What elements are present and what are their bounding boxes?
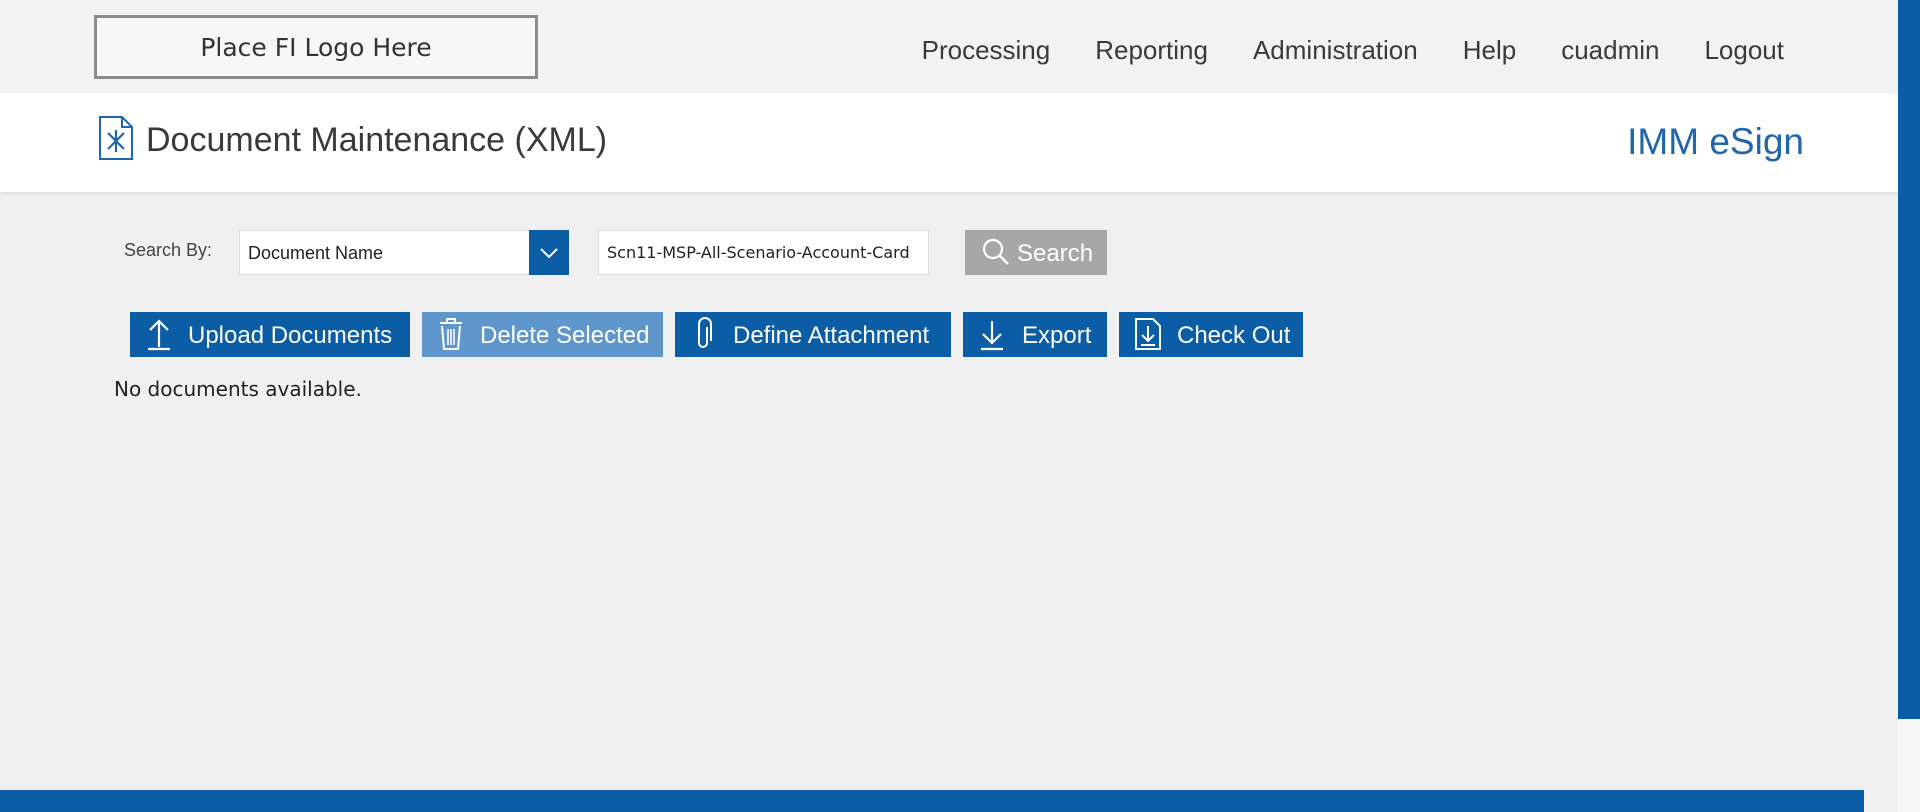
nav-logout[interactable]: Logout [1704,33,1784,69]
right-edge-spacer [1898,719,1920,812]
search-by-select[interactable]: Document Name [239,230,569,275]
upload-documents-button[interactable]: Upload Documents [130,312,410,357]
export-label: Export [1022,322,1092,349]
export-button[interactable]: Export [963,312,1107,357]
check-out-button[interactable]: Check Out [1119,312,1303,357]
delete-selected-label: Delete Selected [480,322,650,349]
search-input[interactable] [598,230,929,275]
delete-selected-button[interactable]: Delete Selected [422,312,663,357]
define-attachment-label: Define Attachment [733,322,930,349]
document-download-icon [1135,318,1161,350]
search-button-label: Search [1017,240,1094,267]
product-brand: IMM eSign [1627,121,1804,162]
nav-administration[interactable]: Administration [1253,33,1418,69]
page-title: Document Maintenance (XML) [146,121,608,159]
upload-documents-label: Upload Documents [188,322,393,349]
download-icon [981,321,1003,351]
define-attachment-button[interactable]: Define Attachment [675,312,951,357]
empty-results-message: No documents available. [114,377,362,401]
fi-logo-placeholder: Place FI Logo Here [94,15,538,79]
nav-processing[interactable]: Processing [922,33,1051,69]
nav-reporting[interactable]: Reporting [1095,33,1208,69]
page-header: Document Maintenance (XML) IMM eSign [0,93,1898,192]
right-edge-bar [1898,0,1920,719]
nav-help[interactable]: Help [1463,33,1516,69]
chevron-down-icon[interactable] [529,230,569,275]
check-out-label: Check Out [1177,322,1291,349]
search-by-selected-value: Document Name [248,243,384,263]
search-by-label: Search By: [124,240,213,260]
paperclip-icon [698,317,712,348]
document-tools-icon [98,115,134,161]
nav-user-menu[interactable]: cuadmin [1561,33,1659,69]
upload-icon [148,319,170,351]
footer-bar [0,790,1864,812]
main-nav: Processing Reporting Administration Help… [922,33,1784,69]
trash-icon [440,318,462,350]
search-icon [982,238,1009,265]
top-header: Place FI Logo Here Processing Reporting … [0,0,1920,93]
search-button[interactable]: Search [965,230,1107,275]
